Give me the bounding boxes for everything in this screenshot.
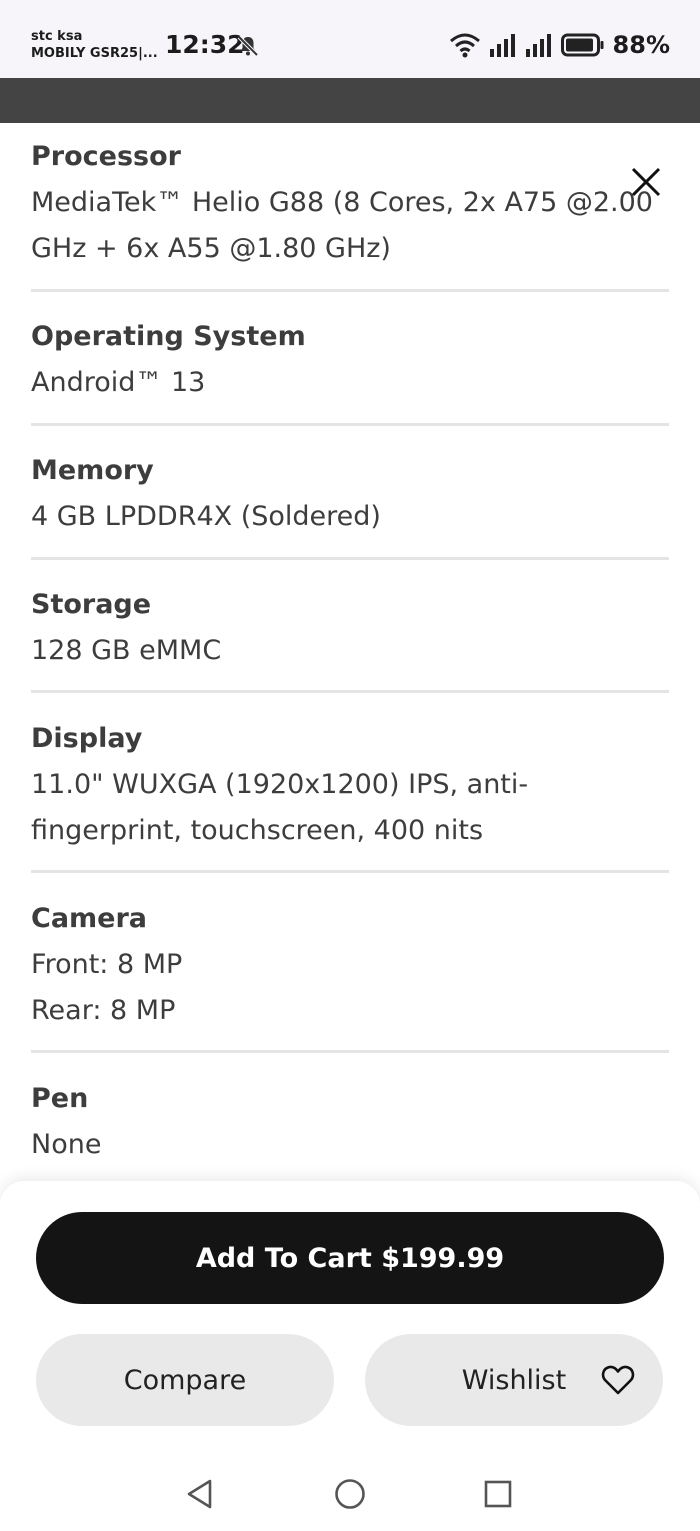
spec-camera: Camera Front: 8 MP Rear: 8 MP — [31, 896, 669, 1034]
spec-divider — [31, 423, 669, 426]
home-circle-icon[interactable] — [333, 1477, 367, 1511]
spec-processor: Processor MediaTek™ Helio G88 (8 Cores, … — [31, 134, 669, 272]
wishlist-label: Wishlist — [461, 1364, 567, 1396]
spec-divider — [31, 1050, 669, 1053]
signal-icon-sim2 — [525, 34, 551, 57]
spec-value-line: 11.0" WUXGA (1920x1200) IPS, anti- — [31, 769, 529, 800]
spec-value-line: MediaTek™ Helio G88 (8 Cores, 2x A75 @2.… — [31, 187, 653, 218]
status-indicators: 88% — [449, 31, 670, 59]
spec-divider — [31, 557, 669, 560]
spec-label: Camera — [31, 903, 148, 934]
carrier-line-2: MOBILY GSR25|... — [31, 46, 158, 61]
spec-label: Memory — [31, 455, 154, 486]
system-nav-bar — [0, 1451, 700, 1531]
close-button[interactable] — [626, 162, 666, 202]
spec-label: Processor — [31, 141, 181, 172]
wifi-icon — [449, 33, 480, 58]
spec-value-line: 128 GB eMMC — [31, 635, 222, 666]
spec-display: Display 11.0" WUXGA (1920x1200) IPS, ant… — [31, 716, 669, 854]
spec-divider — [31, 870, 669, 873]
spec-memory: Memory 4 GB LPDDR4X (Soldered) — [31, 448, 669, 540]
status-bar: stc ksa MOBILY GSR25|... 12:32 88% — [0, 0, 700, 78]
muted-bell-icon — [237, 35, 259, 57]
spec-storage: Storage 128 GB eMMC — [31, 582, 669, 674]
spec-value-line: None — [31, 1129, 102, 1160]
spec-value-line: Front: 8 MP — [31, 949, 183, 980]
add-to-cart-button[interactable]: Add To Cart $199.99 — [36, 1212, 664, 1304]
spec-value-line: Android™ 13 — [31, 367, 206, 398]
spec-label: Storage — [31, 589, 152, 620]
compare-button[interactable]: Compare — [36, 1334, 334, 1426]
spec-value-line: 4 GB LPDDR4X (Soldered) — [31, 501, 381, 532]
spec-divider — [31, 289, 669, 292]
spec-value-line: GHz + 6x A55 @1.80 GHz) — [31, 233, 391, 264]
carrier-line-1: stc ksa — [31, 29, 83, 44]
spec-value-line: Rear: 8 MP — [31, 995, 176, 1026]
spec-value-line: fingerprint, touchscreen, 400 nits — [31, 815, 484, 846]
spec-operating-system: Operating System Android™ 13 — [31, 314, 669, 406]
signal-icon-sim1 — [489, 34, 515, 57]
heart-icon — [601, 1365, 635, 1395]
wishlist-button[interactable]: Wishlist — [365, 1334, 663, 1426]
spec-divider — [31, 690, 669, 693]
carrier-info: stc ksa MOBILY GSR25|... — [31, 28, 158, 62]
close-icon — [631, 167, 661, 197]
modal-backdrop-band — [0, 78, 700, 123]
spec-label: Pen — [31, 1083, 89, 1114]
battery-icon — [560, 33, 604, 57]
specs-sheet: Processor MediaTek™ Helio G88 (8 Cores, … — [0, 123, 700, 1183]
spec-label: Display — [31, 723, 143, 754]
recents-square-icon[interactable] — [481, 1477, 515, 1511]
clock: 12:32 — [165, 30, 245, 59]
action-panel: Add To Cart $199.99 Compare Wishlist — [0, 1181, 700, 1451]
compare-label: Compare — [123, 1364, 247, 1396]
battery-percentage: 88% — [612, 31, 670, 59]
spec-label: Operating System — [31, 321, 306, 352]
back-triangle-icon[interactable] — [183, 1477, 217, 1511]
spec-pen: Pen None — [31, 1076, 669, 1168]
